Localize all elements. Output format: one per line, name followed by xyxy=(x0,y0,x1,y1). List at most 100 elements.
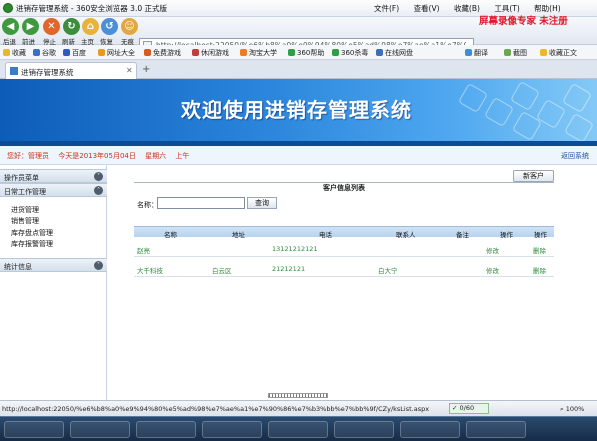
screenshot-button[interactable]: 截图 xyxy=(504,48,527,58)
shield-icon: ✓ xyxy=(452,404,460,412)
session-info: 您好：管理员 今天是2013年05月04日 星期六 上午 xyxy=(7,151,196,161)
cell-contact: 白大宁 xyxy=(378,267,398,275)
home-icon[interactable]: ⌂ xyxy=(82,18,99,35)
fav-baidu[interactable]: 百度 xyxy=(63,48,86,58)
menu-favorites[interactable]: 收藏(B) xyxy=(454,4,480,13)
antivirus-icon xyxy=(332,49,339,56)
fav-360-help[interactable]: 360帮助 xyxy=(288,48,324,58)
fav-360-antivirus[interactable]: 360杀毒 xyxy=(332,48,368,58)
new-tab-plus-icon[interactable]: + xyxy=(142,64,150,75)
info-bar: 您好：管理员 今天是2013年05月04日 星期六 上午 返回系统 xyxy=(0,146,597,165)
sidebar-item-inventory-alarm[interactable]: 库存报警管理 xyxy=(11,239,53,249)
security-indicator[interactable]: ✓ 0/60 xyxy=(449,403,489,414)
translate-icon xyxy=(465,49,472,56)
return-system-link[interactable]: 返回系统 xyxy=(561,151,589,161)
sidebar-section-statistics[interactable]: 统计信息 ˅ xyxy=(0,258,107,272)
restore-icon[interactable]: ↺ xyxy=(101,18,118,35)
scissors-icon xyxy=(504,49,511,56)
close-icon[interactable]: ✕ xyxy=(126,66,133,75)
hexagon-decoration xyxy=(457,82,489,114)
taskbar-button[interactable] xyxy=(400,421,460,438)
sidebar-section-label: 操作员菜单 xyxy=(4,174,39,182)
zoom-level[interactable]: ⌕ 100% xyxy=(560,405,584,414)
hexagon-decoration xyxy=(509,80,541,112)
window-title: 进销存管理系统 - 360安全浏览器 3.0 正式版 xyxy=(16,4,167,13)
tab-label: 进销存管理系统 xyxy=(21,68,74,77)
edit-link[interactable]: 修改 xyxy=(486,245,499,255)
incognito-icon[interactable]: ☺ xyxy=(121,18,138,35)
sidebar-section-label: 统计信息 xyxy=(4,263,32,271)
hexagon-decoration xyxy=(563,112,595,144)
baidu-icon xyxy=(63,49,70,56)
column-header-name: 名称 xyxy=(164,231,177,239)
name-label: 名称： xyxy=(137,201,158,209)
customer-table-header: 名称 地址 电话 联系人 备注 操作 操作 xyxy=(134,226,554,239)
delete-link[interactable]: 删除 xyxy=(533,265,546,275)
sidebar-section-operator[interactable]: 操作员菜单 ˅ xyxy=(0,169,107,183)
taskbar-button[interactable] xyxy=(70,421,130,438)
fav-online-drive[interactable]: 在线网盘 xyxy=(376,48,413,58)
hexagon-decoration xyxy=(483,96,515,128)
tab-bar: 进销存管理系统 ✕ + xyxy=(0,60,597,79)
collapse-icon[interactable]: ˅ xyxy=(94,172,103,181)
delete-link[interactable]: 删除 xyxy=(533,245,546,255)
taskbar-button[interactable] xyxy=(466,421,526,438)
taskbar-button[interactable] xyxy=(136,421,196,438)
sites-icon xyxy=(98,49,105,56)
cell-phone: 13121212121 xyxy=(272,245,318,253)
column-header-contact: 联系人 xyxy=(396,231,416,239)
forward-arrow-icon[interactable]: ▶ xyxy=(22,18,39,35)
system-banner: 欢迎使用进销存管理系统 xyxy=(0,79,597,146)
menu-help[interactable]: 帮助(H) xyxy=(534,4,561,13)
translate-button[interactable]: 翻译 xyxy=(465,48,488,58)
search-button[interactable]: 查询 xyxy=(247,197,277,209)
taskbar-button[interactable] xyxy=(202,421,262,438)
sidebar-item-purchase[interactable]: 进货管理 xyxy=(11,205,39,215)
favorites-bar: 收藏 谷歌 百度 网址大全 免费游戏 休闲游戏 淘宝大学 360帮助 360杀毒… xyxy=(0,45,597,60)
star-icon xyxy=(3,49,10,56)
cell-name: 赵亮 xyxy=(137,247,150,255)
drive-icon xyxy=(376,49,383,56)
sidebar-item-sales[interactable]: 销售管理 xyxy=(11,216,39,226)
menu-tools[interactable]: 工具(T) xyxy=(494,4,519,13)
menu-file[interactable]: 文件(F) xyxy=(374,4,399,13)
new-customer-button[interactable]: 新客户 xyxy=(513,170,554,182)
taskbar-button[interactable] xyxy=(334,421,394,438)
refresh-icon[interactable]: ↻ xyxy=(63,18,80,35)
fav-collect[interactable]: 收藏 xyxy=(3,48,26,58)
browser-status-bar: http://localhost:22050/%e6%b8%a0%e9%94%8… xyxy=(0,393,597,416)
expand-icon[interactable]: ˄ xyxy=(94,186,103,195)
collapse-icon[interactable]: ˅ xyxy=(94,261,103,270)
bookmark-icon xyxy=(540,49,547,56)
fav-casual-games[interactable]: 休闲游戏 xyxy=(192,48,229,58)
fav-taobao-university[interactable]: 淘宝大学 xyxy=(240,48,277,58)
banner-title: 欢迎使用进销存管理系统 xyxy=(181,98,412,122)
hexagon-decoration xyxy=(561,82,593,114)
back-arrow-icon[interactable]: ◀ xyxy=(2,18,19,35)
fav-google[interactable]: 谷歌 xyxy=(33,48,56,58)
fav-free-games[interactable]: 免费游戏 xyxy=(144,48,181,58)
fav-sites[interactable]: 网址大全 xyxy=(98,48,135,58)
windows-taskbar xyxy=(0,416,597,441)
tab-active[interactable]: 进销存管理系统 ✕ xyxy=(5,62,137,79)
column-header-delete: 操作 xyxy=(534,231,547,239)
favorites-text-button[interactable]: 收藏正文 xyxy=(540,48,577,58)
column-header-phone: 电话 xyxy=(319,231,332,239)
sidebar: 操作员菜单 ˅ 日常工作管理 ˄ 进货管理 销售管理 库存盘点管理 库存报警管理… xyxy=(0,165,107,400)
menu-view[interactable]: 查看(V) xyxy=(414,4,440,13)
sidebar-item-inventory-check[interactable]: 库存盘点管理 xyxy=(11,228,53,238)
resize-grip[interactable] xyxy=(268,393,328,398)
column-header-edit: 操作 xyxy=(500,231,513,239)
taskbar-button[interactable] xyxy=(268,421,328,438)
stop-icon[interactable]: ✕ xyxy=(43,18,60,35)
edit-link[interactable]: 修改 xyxy=(486,265,499,275)
taskbar-button[interactable] xyxy=(4,421,64,438)
name-search-input[interactable] xyxy=(157,197,245,209)
customer-list-title: 客户信息列表 xyxy=(134,182,554,193)
cell-name: 大千科技 xyxy=(137,267,163,275)
status-url: http://localhost:22050/%e6%b8%a0%e9%94%8… xyxy=(2,405,430,413)
cell-address: 白云区 xyxy=(212,267,232,275)
page-icon xyxy=(10,67,18,75)
cell-phone: 21212121 xyxy=(272,265,306,273)
sidebar-section-daily-work[interactable]: 日常工作管理 ˄ xyxy=(0,183,107,197)
